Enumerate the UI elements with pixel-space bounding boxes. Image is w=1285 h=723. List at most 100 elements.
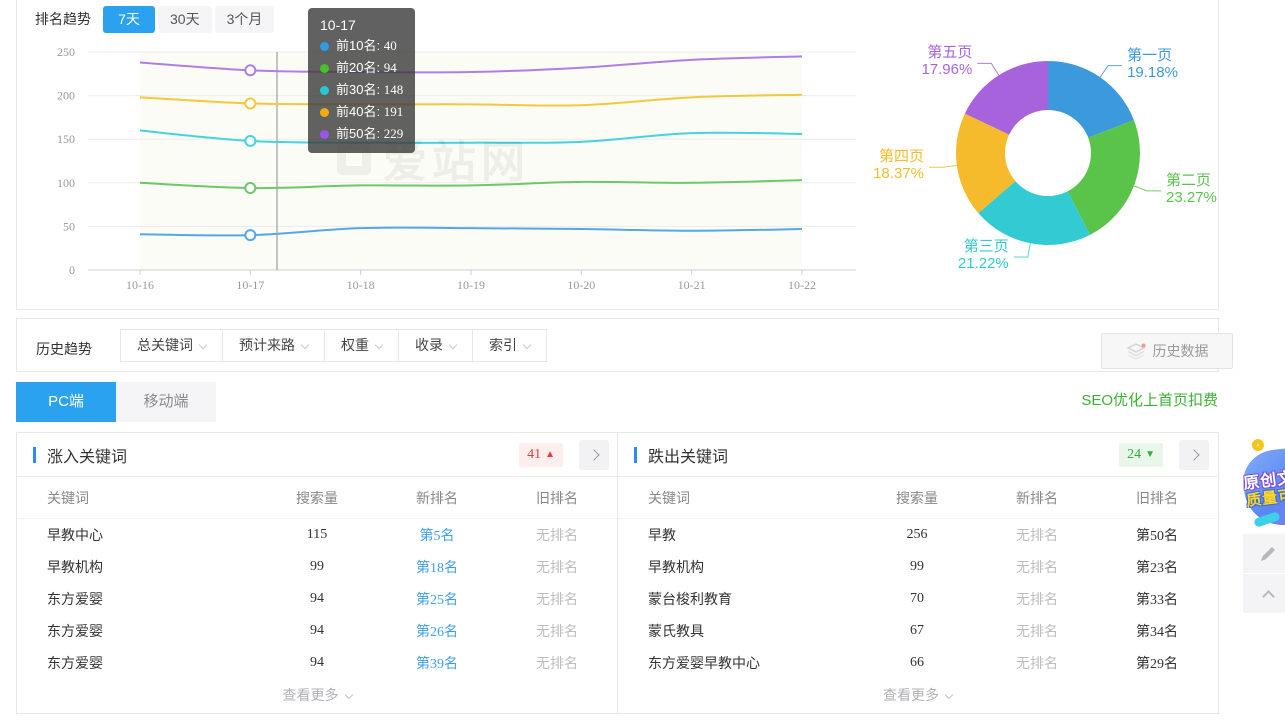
table-cell: 第23名 xyxy=(1097,557,1217,577)
rising-panel-title: 涨入关键词 xyxy=(47,443,127,467)
tab-3months[interactable]: 3个月 xyxy=(215,6,275,33)
table-row: 东方爱婴94第39名无排名 xyxy=(17,647,617,679)
device-tabs: PC端 移动端 xyxy=(16,382,216,422)
column-header: 旧排名 xyxy=(1097,488,1217,508)
svg-text:0: 0 xyxy=(69,263,75,277)
table-cell: 早教 xyxy=(618,525,857,545)
table-row: 东方爱婴早教中心66无排名第29名 xyxy=(618,647,1217,679)
series-dot-icon xyxy=(320,86,329,95)
table-cell: 无排名 xyxy=(497,653,617,673)
column-header: 关键词 xyxy=(17,488,257,508)
back-to-top-button[interactable] xyxy=(1243,574,1285,613)
dropped-keywords-panel: 跌出关键词 24▼ 关键词搜索量新排名旧排名 早教256无排名第50名早教机构9… xyxy=(617,433,1217,713)
table-cell[interactable]: 第25名 xyxy=(377,589,497,609)
chevron-down-icon xyxy=(523,341,531,349)
table-cell: 东方爱婴早教中心 xyxy=(618,653,857,673)
title-accent-bar xyxy=(33,447,36,463)
seo-promo-link[interactable]: SEO优化上首页扣费 xyxy=(1081,389,1218,410)
tab-30days[interactable]: 30天 xyxy=(158,6,212,33)
table-cell: 94 xyxy=(257,591,377,607)
table-row: 早教256无排名第50名 xyxy=(618,519,1217,551)
table-cell[interactable]: 第39名 xyxy=(377,653,497,673)
dropped-next-button[interactable] xyxy=(1179,440,1209,470)
feedback-edit-button[interactable] xyxy=(1243,534,1285,573)
table-cell: 第34名 xyxy=(1097,621,1217,641)
tooltip-row: 前20名: 94 xyxy=(320,57,403,79)
chevron-up-icon xyxy=(1262,590,1275,603)
chevron-down-icon xyxy=(375,341,383,349)
table-row: 东方爱婴94第26名无排名 xyxy=(17,615,617,647)
dropdown-weight[interactable]: 权重 xyxy=(325,330,399,361)
chevron-down-icon xyxy=(344,691,352,699)
rising-table-body: 早教中心115第5名无排名早教机构99第18名无排名东方爱婴94第25名无排名东… xyxy=(17,519,617,679)
tooltip-row: 前40名: 191 xyxy=(320,101,403,123)
table-cell: 无排名 xyxy=(977,589,1097,609)
table-cell: 94 xyxy=(257,655,377,671)
title-accent-bar xyxy=(634,447,637,463)
table-row: 早教机构99无排名第23名 xyxy=(618,551,1217,583)
svg-text:10-22: 10-22 xyxy=(788,278,816,292)
svg-text:50: 50 xyxy=(63,219,75,233)
dropdown-index[interactable]: 索引 xyxy=(473,330,546,361)
tooltip-row: 前10名: 40 xyxy=(320,35,403,57)
svg-text:10-17: 10-17 xyxy=(236,278,264,292)
table-cell: 无排名 xyxy=(497,589,617,609)
dropdown-estimated-traffic[interactable]: 预计来路 xyxy=(223,330,325,361)
dropdown-indexed[interactable]: 收录 xyxy=(399,330,473,361)
line-chart-svg[interactable]: 05010015020025010-1610-1710-1810-1910-20… xyxy=(17,0,880,308)
table-cell: 早教机构 xyxy=(17,557,257,577)
dropdown-total-keywords[interactable]: 总关键词 xyxy=(121,330,223,361)
ranking-trend-header: 排名趋势 7天 30天 3个月 xyxy=(35,5,274,33)
layers-icon xyxy=(1126,343,1146,360)
svg-text:10-20: 10-20 xyxy=(567,278,595,292)
rising-view-more-button[interactable]: 查看更多 xyxy=(17,679,617,714)
tooltip-row: 前50名: 229 xyxy=(320,123,403,145)
ranking-trend-title: 排名趋势 xyxy=(35,9,91,29)
rising-keywords-panel: 涨入关键词 41▲ 关键词搜索量新排名旧排名 早教中心115第5名无排名早教机构… xyxy=(17,433,617,713)
dropped-view-more-button[interactable]: 查看更多 xyxy=(618,679,1217,714)
keyword-tables-card: 涨入关键词 41▲ 关键词搜索量新排名旧排名 早教中心115第5名无排名早教机构… xyxy=(16,432,1219,714)
tab-pc[interactable]: PC端 xyxy=(16,382,116,422)
history-data-button[interactable]: 历史数据 xyxy=(1101,333,1233,369)
table-cell: 无排名 xyxy=(497,525,617,545)
donut-label: 第五页17.96% xyxy=(921,44,972,78)
table-cell: 无排名 xyxy=(497,557,617,577)
table-cell: 94 xyxy=(257,623,377,639)
svg-text:200: 200 xyxy=(57,89,75,103)
chevron-down-icon xyxy=(449,341,457,349)
table-row: 蒙台梭利教育70无排名第33名 xyxy=(618,583,1217,615)
tab-7days[interactable]: 7天 xyxy=(103,6,155,33)
series-dot-icon xyxy=(320,130,329,139)
svg-text:250: 250 xyxy=(57,45,75,59)
table-cell[interactable]: 第5名 xyxy=(377,525,497,545)
rising-next-button[interactable] xyxy=(579,440,609,470)
table-cell: 蒙台梭利教育 xyxy=(618,589,857,609)
donut-label: 第三页21.22% xyxy=(958,238,1009,272)
table-cell: 99 xyxy=(857,559,977,575)
ranking-trend-card: 排名趋势 7天 30天 3个月 爱站网 05010015020025010-16… xyxy=(16,0,1219,310)
donut-label: 第四页18.37% xyxy=(873,148,924,182)
rising-panel-header: 涨入关键词 41▲ xyxy=(17,433,617,477)
table-cell: 67 xyxy=(857,623,977,639)
page-distribution-donut[interactable]: 第一页19.18% 第二页23.27% 第三页21.22% 第四页18.37% … xyxy=(880,43,1220,303)
table-row: 蒙氏教具67无排名第34名 xyxy=(618,615,1217,647)
donut-label: 第一页19.18% xyxy=(1127,47,1178,81)
table-cell: 第33名 xyxy=(1097,589,1217,609)
series-dot-icon xyxy=(320,108,329,117)
svg-text:10-19: 10-19 xyxy=(457,278,485,292)
table-cell: 无排名 xyxy=(977,557,1097,577)
column-header: 搜索量 xyxy=(257,488,377,508)
table-row: 早教中心115第5名无排名 xyxy=(17,519,617,551)
table-cell: 70 xyxy=(857,591,977,607)
table-cell: 第29名 xyxy=(1097,653,1217,673)
history-trend-title: 历史趋势 xyxy=(36,339,92,359)
table-cell[interactable]: 第18名 xyxy=(377,557,497,577)
chevron-down-icon xyxy=(301,341,309,349)
dropped-table-header: 关键词搜索量新排名旧排名 xyxy=(618,477,1217,519)
table-cell: 无排名 xyxy=(977,621,1097,641)
tab-mobile[interactable]: 移动端 xyxy=(116,382,216,422)
column-header: 搜索量 xyxy=(857,488,977,508)
promo-badge[interactable]: 原创文 质量可 xyxy=(1240,437,1285,532)
ranking-line-chart[interactable]: 爱站网 05010015020025010-1610-1710-1810-191… xyxy=(17,0,880,308)
table-cell[interactable]: 第26名 xyxy=(377,621,497,641)
